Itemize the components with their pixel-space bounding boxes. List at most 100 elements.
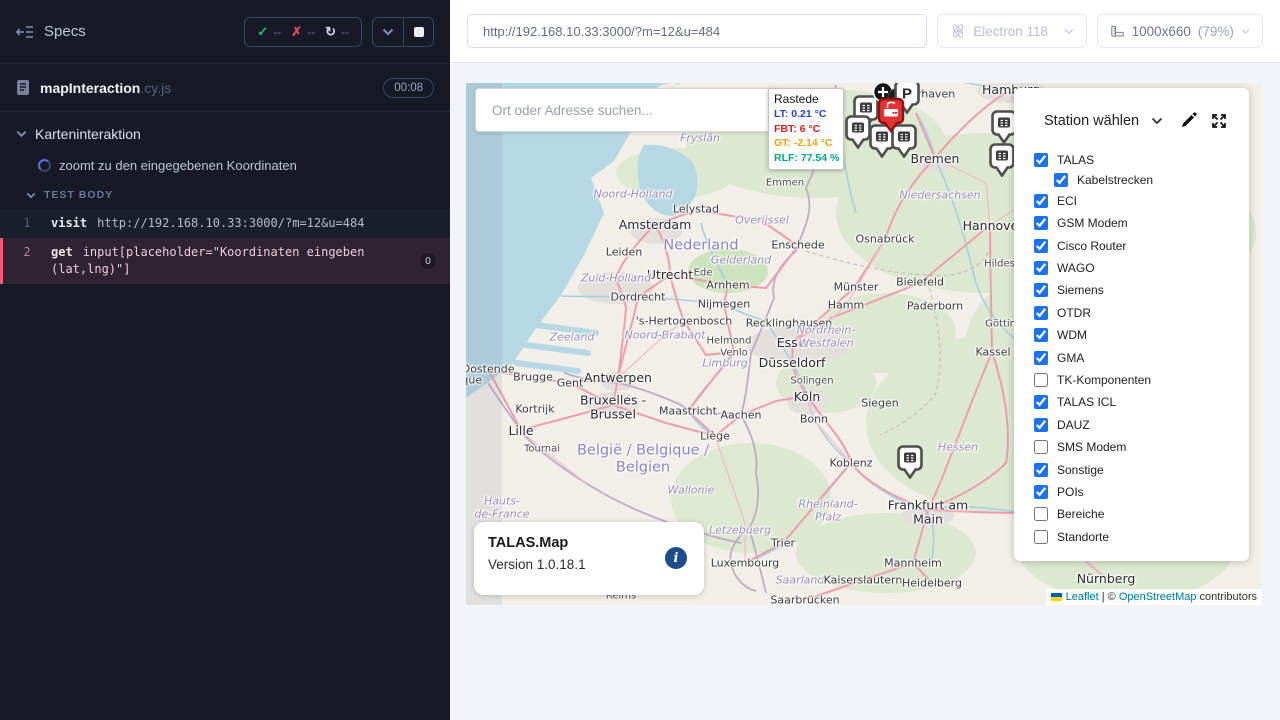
command-row[interactable]: 1 visithttp://192.168.10.33:3000/?m=12&u… <box>0 209 450 238</box>
station-checkbox[interactable] <box>1034 306 1048 320</box>
station-checkbox-label: GSM Modem <box>1057 216 1128 230</box>
station-filter-row[interactable]: TALAS ICL <box>1034 394 1249 411</box>
edit-pencil-icon[interactable] <box>1180 112 1197 129</box>
station-marker-pin[interactable] <box>845 115 871 154</box>
map-label: Overijssel <box>735 215 789 228</box>
test-body-header[interactable]: TEST BODY <box>0 181 450 207</box>
app-version: Version 1.0.18.1 <box>488 557 690 572</box>
station-filter-row[interactable]: Kabelstrecken <box>1054 171 1249 188</box>
station-checkbox[interactable] <box>1034 351 1048 365</box>
tooltip-station-name: Rastede <box>774 92 838 106</box>
station-checkbox[interactable] <box>1034 153 1048 167</box>
map-label: België / Belgique / Belgien <box>577 442 709 475</box>
station-checkbox[interactable] <box>1034 194 1048 208</box>
station-filter-row[interactable]: GMA <box>1034 349 1249 366</box>
station-filter-row[interactable]: WDM <box>1034 327 1249 344</box>
command-name: get <box>51 245 73 259</box>
station-filter-row[interactable]: Siemens <box>1034 282 1249 299</box>
info-icon[interactable]: i <box>665 547 687 569</box>
test-row[interactable]: zoomt zu den eingegebenen Koordinaten <box>0 148 450 181</box>
app-info-box: TALAS.Map Version 1.0.18.1 i <box>474 522 704 595</box>
station-checkbox-label: TALAS ICL <box>1057 395 1116 409</box>
chevron-down-icon <box>1064 28 1074 35</box>
station-checkbox[interactable] <box>1034 373 1048 387</box>
station-checkbox-label: POIs <box>1057 485 1084 499</box>
station-checkbox[interactable] <box>1034 328 1048 342</box>
map-label: Osnabrück <box>856 234 915 247</box>
browser-selector[interactable]: Electron 118 <box>937 14 1087 48</box>
viewport-ruler-icon <box>1110 24 1125 38</box>
map-search-input[interactable] <box>475 88 778 132</box>
station-filter-row[interactable]: ECI <box>1034 192 1249 209</box>
map-label: Helmond <box>707 335 752 347</box>
stop-button[interactable] <box>403 18 433 46</box>
station-checkbox-label: TALAS <box>1057 153 1094 167</box>
leaflet-link[interactable]: Leaflet <box>1066 591 1099 603</box>
station-checkbox[interactable] <box>1034 440 1048 454</box>
map-label: Amsterdam <box>619 218 692 232</box>
station-checkbox[interactable] <box>1034 418 1048 432</box>
station-checkbox[interactable] <box>1034 216 1048 230</box>
station-checkbox[interactable] <box>1034 283 1048 297</box>
chevron-down-icon[interactable] <box>1151 117 1163 125</box>
map-label: Luxembourg <box>711 558 780 571</box>
map-label: Bremen <box>911 152 960 166</box>
suite-row[interactable]: Karteninteraktion <box>0 112 450 148</box>
station-checkbox[interactable] <box>1034 395 1048 409</box>
collapse-button[interactable] <box>373 18 403 46</box>
map-label: Fryslân <box>680 133 720 146</box>
stat-failed: ✗-- <box>291 24 315 40</box>
station-filter-row[interactable]: WAGO <box>1034 260 1249 277</box>
url-input[interactable] <box>467 14 927 48</box>
passed-icon: ✓ <box>257 24 268 40</box>
station-checkbox[interactable] <box>1034 261 1048 275</box>
map-label: Wallonie <box>668 485 715 498</box>
leaflet-map[interactable]: HamburgBremerhavenBremenNiedersachsenHan… <box>466 83 1262 605</box>
chevron-down-icon <box>1241 28 1250 35</box>
station-filter-row[interactable]: OTDR <box>1034 304 1249 321</box>
map-label: Köln <box>794 390 821 404</box>
station-marker-pin[interactable] <box>897 445 923 484</box>
station-checkbox[interactable] <box>1034 530 1048 544</box>
test-body-label: TEST BODY <box>44 189 113 201</box>
station-filter-row[interactable]: Bereiche <box>1034 506 1249 523</box>
station-checkbox-label: WDM <box>1057 328 1087 342</box>
browser-name: Electron 118 <box>973 24 1048 39</box>
station-filter-row[interactable]: POIs <box>1034 483 1249 500</box>
map-label: Mannheim <box>884 558 942 571</box>
map-label: Münster <box>834 282 879 295</box>
station-filter-row[interactable]: Cisco Router <box>1034 237 1249 254</box>
spec-file-row[interactable]: mapInteraction.cy.js 00:08 <box>0 64 450 112</box>
map-label: Emmen <box>766 177 804 189</box>
command-row[interactable]: 2 getinput[placeholder="Koordinaten eing… <box>0 238 450 284</box>
station-filter-row[interactable]: Standorte <box>1034 528 1249 545</box>
map-label: Nürnberg <box>1077 572 1136 586</box>
expand-fullscreen-icon[interactable] <box>1211 113 1227 129</box>
station-filter-row[interactable]: GSM Modem <box>1034 215 1249 232</box>
map-label: Liège <box>700 431 730 444</box>
map-label: Kortrijk <box>515 404 554 417</box>
station-checkbox-label: Kabelstrecken <box>1077 173 1153 187</box>
station-checkbox[interactable] <box>1034 239 1048 253</box>
station-checkbox[interactable] <box>1034 485 1048 499</box>
station-checkbox-label: Siemens <box>1057 283 1104 297</box>
station-filter-row[interactable]: TK-Komponenten <box>1034 372 1249 389</box>
test-stats[interactable]: ✓-- ✗-- ↻-- <box>244 17 362 47</box>
station-filter-row[interactable]: DAUZ <box>1034 416 1249 433</box>
station-filter-row[interactable]: SMS Modem <box>1034 439 1249 456</box>
station-checkbox[interactable] <box>1054 173 1068 187</box>
map-attribution: Leaflet | © OpenStreetMap contributors <box>1046 589 1262 605</box>
station-marker-pin[interactable] <box>989 143 1015 182</box>
viewport-selector[interactable]: 1000x660 (79%) <box>1097 14 1263 48</box>
station-filter-row[interactable]: Sonstige <box>1034 461 1249 478</box>
station-checkbox[interactable] <box>1034 463 1048 477</box>
station-filter-row[interactable]: TALAS <box>1034 151 1249 168</box>
browser-toolbar: Electron 118 1000x660 (79%) <box>450 0 1280 63</box>
specs-list-icon[interactable] <box>16 24 34 40</box>
openstreetmap-link[interactable]: OpenStreetMap <box>1119 591 1197 603</box>
station-checkbox[interactable] <box>1034 507 1048 521</box>
map-label: Solingen <box>790 375 833 387</box>
alarm-device-marker-pin[interactable] <box>877 97 905 138</box>
map-label: Nordrhein- Westfalen <box>797 324 856 349</box>
test-title: zoomt zu den eingegebenen Koordinaten <box>59 158 297 173</box>
